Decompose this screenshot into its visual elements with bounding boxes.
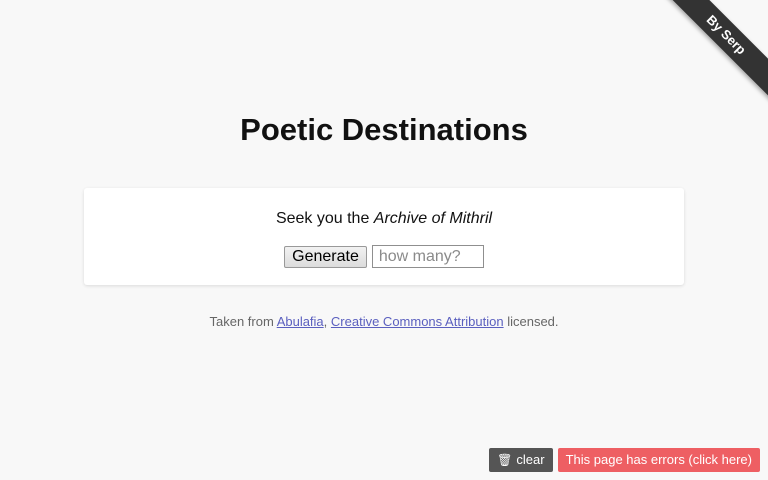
generator-card: Seek you the Archive of Mithril Generate bbox=[84, 188, 684, 285]
by-serp-ribbon-link[interactable]: By Serp bbox=[660, 0, 768, 101]
trash-icon: 🗑 bbox=[497, 453, 513, 467]
credits-prefix: Taken from bbox=[209, 314, 277, 329]
page-errors-button[interactable]: This page has errors (click here) bbox=[557, 448, 760, 472]
seek-line: Seek you the Archive of Mithril bbox=[84, 210, 684, 228]
clear-button[interactable]: 🗑 clear bbox=[489, 448, 553, 472]
corner-ribbon-container: By Serp bbox=[648, 0, 768, 120]
abulafia-link[interactable]: Abulafia bbox=[277, 314, 324, 329]
credits-suffix: licensed. bbox=[503, 314, 559, 329]
seek-prefix: Seek you the bbox=[275, 210, 374, 227]
error-status-bar: 🗑 clear This page has errors (click here) bbox=[489, 448, 760, 472]
generate-button[interactable]: Generate bbox=[284, 245, 367, 268]
generator-controls: Generate bbox=[84, 245, 684, 268]
license-link[interactable]: Creative Commons Attribution bbox=[331, 314, 504, 329]
clear-label: clear bbox=[516, 452, 545, 467]
count-input[interactable] bbox=[371, 245, 484, 268]
generated-destination: Archive of Mithril bbox=[373, 210, 493, 227]
credits-line: Taken from Abulafia, Creative Commons At… bbox=[0, 314, 768, 329]
page-title: Poetic Destinations bbox=[240, 112, 528, 147]
credits-separator: , bbox=[323, 314, 331, 329]
